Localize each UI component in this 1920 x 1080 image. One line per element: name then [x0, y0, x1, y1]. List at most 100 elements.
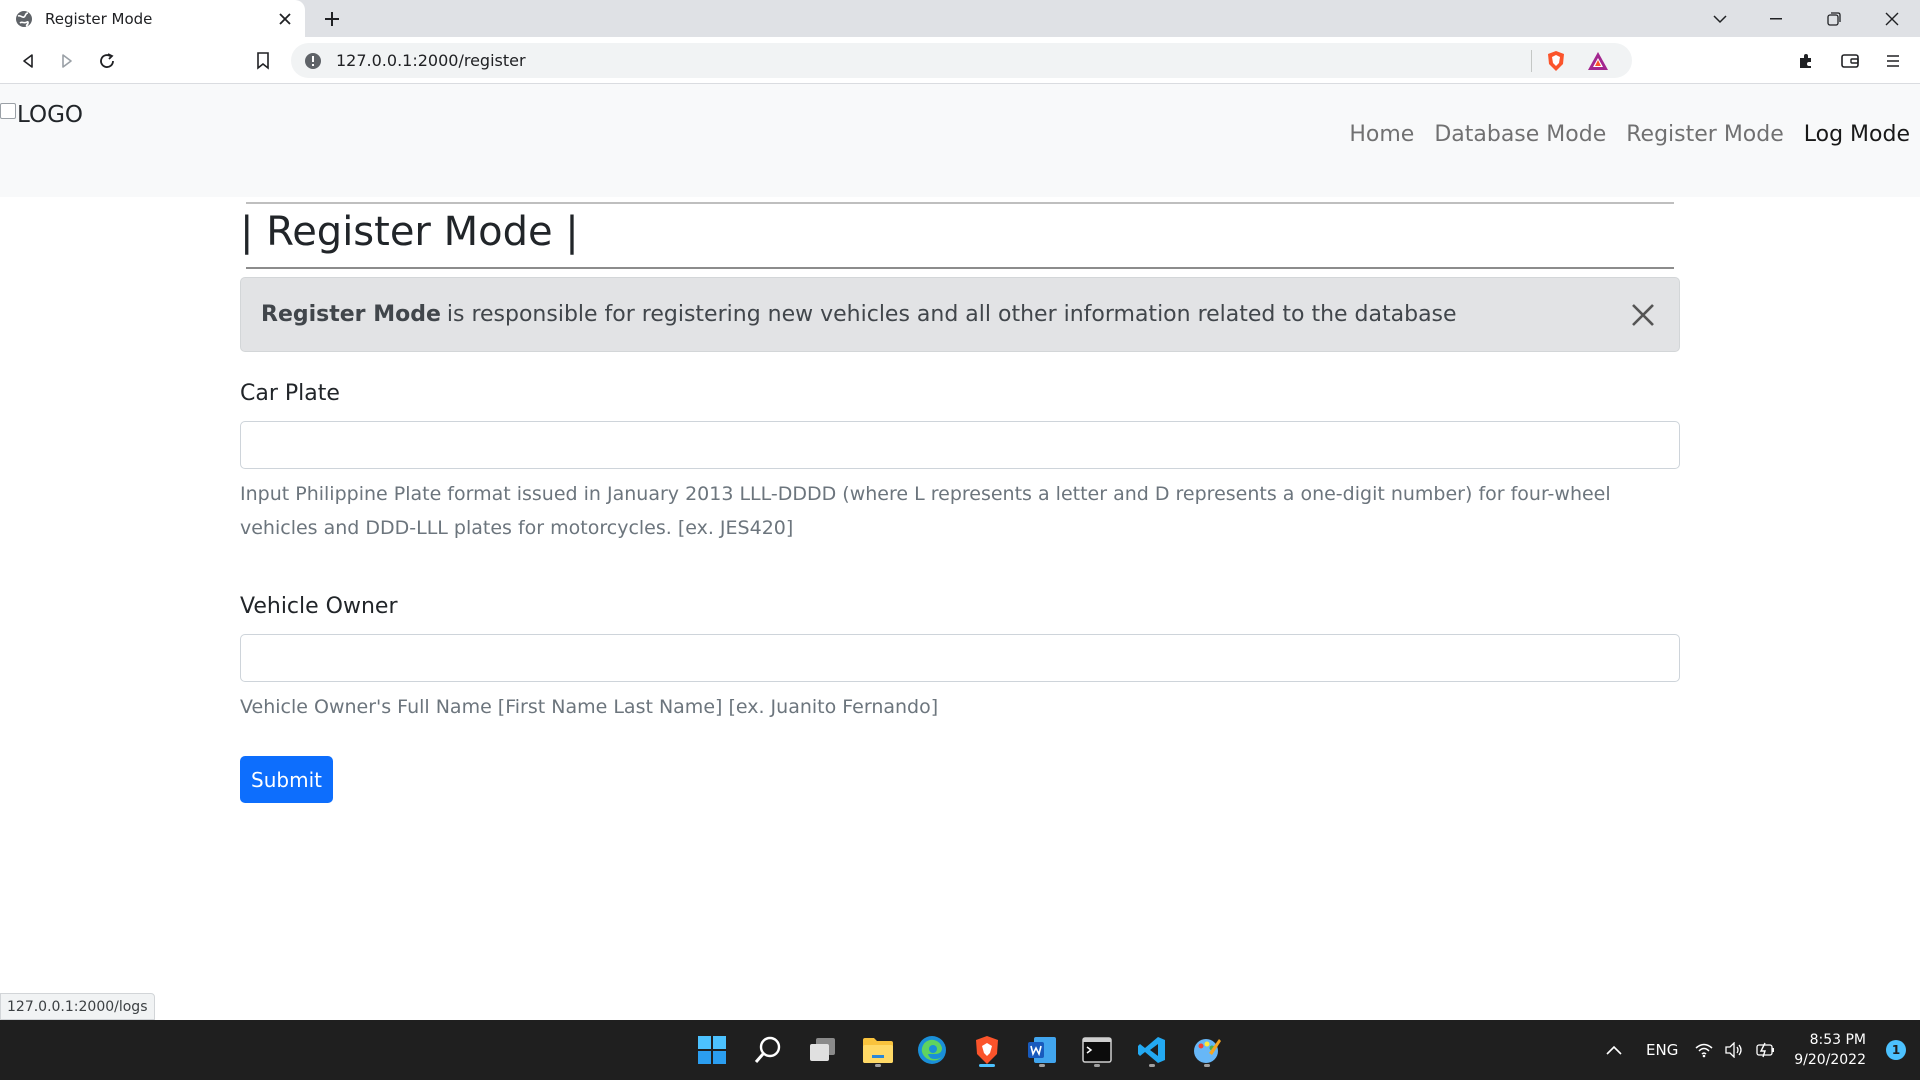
divider: [246, 267, 1674, 269]
tab-search-button[interactable]: [1692, 0, 1748, 37]
extensions-button[interactable]: [1791, 46, 1821, 76]
wallet-icon: [1841, 54, 1859, 68]
reload-icon: [100, 53, 114, 68]
browser-toolbar: 127.0.0.1:2000/register: [0, 37, 1920, 84]
language-indicator[interactable]: ENG: [1646, 1020, 1678, 1080]
close-window-button[interactable]: [1864, 0, 1920, 37]
broken-image-icon: [0, 103, 16, 119]
divider: [246, 202, 1674, 204]
running-indicator: [1149, 1064, 1155, 1067]
restore-icon: [1827, 11, 1841, 26]
nav-link-register-mode[interactable]: Register Mode: [1626, 122, 1784, 147]
logo[interactable]: LOGO: [0, 102, 83, 128]
show-hidden-icons-button[interactable]: [1605, 1020, 1623, 1080]
active-app-indicator: [979, 1064, 995, 1067]
running-indicator: [875, 1064, 881, 1067]
vehicle-owner-help-text: Vehicle Owner's Full Name [First Name La…: [240, 696, 939, 718]
plus-icon: [325, 12, 339, 26]
car-plate-label: Car Plate: [240, 381, 340, 406]
volume-button[interactable]: [1724, 1020, 1744, 1080]
nav-link-database-mode[interactable]: Database Mode: [1434, 122, 1606, 147]
url-text: 127.0.0.1:2000/register: [336, 51, 526, 70]
restore-button[interactable]: [1806, 0, 1862, 37]
taskbar-search-button[interactable]: [748, 1030, 788, 1070]
start-button[interactable]: [692, 1030, 732, 1070]
terminal-button[interactable]: [1077, 1030, 1117, 1070]
brave-rewards-icon[interactable]: [1586, 49, 1610, 73]
new-tab-button[interactable]: [318, 6, 346, 32]
clock-date: 9/20/2022: [1794, 1052, 1866, 1068]
running-indicator: [1039, 1064, 1045, 1067]
vscode-button[interactable]: [1132, 1030, 1172, 1070]
paint-button[interactable]: [1187, 1030, 1227, 1070]
running-indicator: [1094, 1064, 1100, 1067]
search-icon: [754, 1036, 781, 1063]
task-view-icon: [810, 1038, 835, 1061]
brave-shields-icon[interactable]: [1544, 49, 1568, 73]
nav-links: Home Database Mode Register Mode Log Mod…: [1349, 122, 1910, 147]
clock-time: 8:53 PM: [1809, 1032, 1866, 1048]
battery-button[interactable]: [1754, 1020, 1776, 1080]
nav-link-log-mode[interactable]: Log Mode: [1804, 122, 1910, 147]
nav-link-home[interactable]: Home: [1349, 122, 1414, 147]
wifi-icon: [1695, 1043, 1713, 1058]
wallet-button[interactable]: [1835, 46, 1865, 76]
browser-tab-strip: Register Mode: [0, 0, 1920, 37]
minimize-button[interactable]: [1748, 0, 1804, 37]
divider: [1531, 49, 1532, 72]
wifi-button[interactable]: [1695, 1020, 1713, 1080]
chevron-up-icon: [1606, 1045, 1622, 1055]
car-plate-help-text: Input Philippine Plate format issued in …: [240, 483, 1611, 539]
page-title: | Register Mode |: [240, 209, 579, 255]
task-view-button[interactable]: [803, 1030, 843, 1070]
site-navbar: LOGO Home Database Mode Register Mode Lo…: [0, 84, 1920, 197]
word-icon: [1028, 1037, 1056, 1063]
minimize-icon: [1770, 17, 1782, 19]
windows-taskbar: ENG 8:53 PM 9/20/2022 1: [0, 1020, 1920, 1080]
hamburger-menu-icon: [1887, 55, 1899, 67]
site-info-icon[interactable]: [304, 52, 322, 70]
forward-arrow-icon: [62, 54, 72, 68]
brave-browser-button[interactable]: [967, 1030, 1007, 1070]
submit-button[interactable]: Submit: [240, 756, 333, 803]
close-tab-icon[interactable]: [273, 7, 297, 31]
bookmark-icon: [257, 52, 269, 70]
back-arrow-icon: [23, 54, 33, 68]
vehicle-owner-label: Vehicle Owner: [240, 594, 398, 619]
browser-tab[interactable]: Register Mode: [0, 0, 305, 37]
brave-icon: [976, 1036, 998, 1064]
word-button[interactable]: [1022, 1030, 1062, 1070]
edge-icon: [918, 1036, 946, 1064]
windows-start-icon: [698, 1036, 726, 1064]
puzzle-icon: [1800, 54, 1811, 68]
reload-button[interactable]: [92, 46, 122, 76]
running-indicator: [1204, 1064, 1210, 1067]
car-plate-input[interactable]: [240, 421, 1680, 469]
bookmark-button[interactable]: [248, 46, 278, 76]
back-button[interactable]: [13, 46, 43, 76]
alert-strong-text: Register Mode: [261, 302, 441, 327]
paint-icon: [1194, 1039, 1221, 1063]
battery-charging-icon: [1756, 1042, 1774, 1058]
notification-badge[interactable]: 1: [1886, 1040, 1906, 1060]
chevron-down-icon: [1713, 14, 1727, 23]
close-alert-icon[interactable]: [1629, 301, 1657, 329]
menu-button[interactable]: [1878, 46, 1908, 76]
terminal-icon: [1082, 1037, 1112, 1063]
vscode-icon: [1138, 1037, 1165, 1063]
info-alert: Register Mode is responsible for registe…: [240, 277, 1680, 352]
forward-button[interactable]: [52, 46, 82, 76]
address-bar[interactable]: 127.0.0.1:2000/register: [291, 43, 1632, 78]
vehicle-owner-input[interactable]: [240, 634, 1680, 682]
file-explorer-button[interactable]: [858, 1030, 898, 1070]
alert-text: is responsible for registering new vehic…: [446, 302, 1457, 327]
folder-icon: [863, 1038, 893, 1063]
speaker-icon: [1725, 1042, 1742, 1058]
close-icon: [1885, 12, 1899, 25]
system-clock[interactable]: 8:53 PM 9/20/2022: [1794, 1030, 1866, 1070]
edge-button[interactable]: [912, 1030, 952, 1070]
globe-icon: [16, 10, 32, 27]
link-status-bubble: 127.0.0.1:2000/logs: [0, 993, 155, 1020]
tab-title: Register Mode: [45, 9, 153, 28]
logo-alt-text: LOGO: [17, 102, 84, 128]
